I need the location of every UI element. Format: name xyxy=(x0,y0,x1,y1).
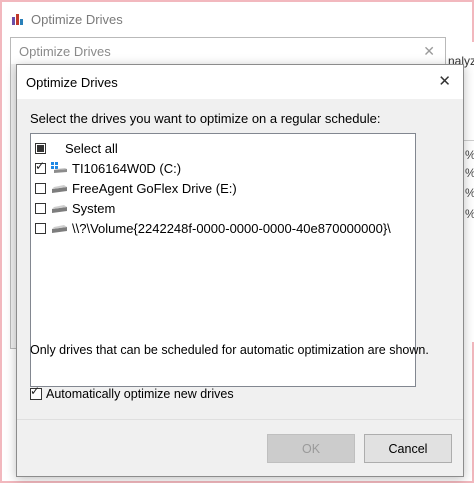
checkmark-icon: ✓ xyxy=(30,384,41,398)
hard-drive-icon xyxy=(52,225,67,233)
drive-label: System xyxy=(72,200,116,216)
drive-label: FreeAgent GoFlex Drive (E:) xyxy=(72,180,237,196)
select-all-label: Select all xyxy=(65,140,118,156)
dialog-titlebar: Optimize Drives ✕ xyxy=(17,65,463,99)
auto-optimize-option[interactable]: ✓ Automatically optimize new drives xyxy=(30,384,234,401)
background-percent: % xyxy=(465,207,474,221)
background-percent: % xyxy=(465,186,474,200)
middle-dialog-title: Optimize Drives xyxy=(19,43,111,59)
drive-label: \\?\Volume{2242248f-0000-0000-0000-40e87… xyxy=(72,220,391,236)
close-icon[interactable]: ✕ xyxy=(423,43,435,60)
optimize-drives-app-icon xyxy=(12,14,23,25)
windows-drive-icon xyxy=(51,162,67,173)
auto-optimize-checkbox[interactable]: ✓ xyxy=(30,384,42,400)
auto-optimize-label: Automatically optimize new drives xyxy=(46,387,234,401)
drive-label: TI106164W0D (C:) xyxy=(72,160,182,176)
select-all-checkbox[interactable] xyxy=(35,142,46,154)
drive-row[interactable]: \\?\Volume{2242248f-0000-0000-0000-40e87… xyxy=(35,218,391,238)
dialog-footer: OK Cancel xyxy=(17,419,463,476)
drive-checkbox[interactable]: ✓ xyxy=(35,158,46,174)
background-percent: % xyxy=(465,148,474,162)
drive-row[interactable]: ✓ TI106164W0D (C:) xyxy=(35,158,181,178)
background-titlebar: Optimize Drives xyxy=(2,2,472,36)
close-icon[interactable]: ✕ xyxy=(438,74,451,89)
cancel-button[interactable]: Cancel xyxy=(364,434,452,463)
dialog-title: Optimize Drives xyxy=(26,74,118,90)
drive-row[interactable]: FreeAgent GoFlex Drive (E:) xyxy=(35,178,237,198)
instruction-text: Select the drives you want to optimize o… xyxy=(30,111,381,126)
drive-checkbox[interactable] xyxy=(35,222,46,234)
ok-button[interactable]: OK xyxy=(267,434,355,463)
note-text: Only drives that can be scheduled for au… xyxy=(30,343,429,357)
drive-checkbox[interactable] xyxy=(35,182,46,194)
background-window-title: Optimize Drives xyxy=(31,11,123,27)
drive-row[interactable]: System xyxy=(35,198,115,218)
middle-dialog-titlebar: Optimize Drives ✕ xyxy=(11,38,445,64)
background-percent: % xyxy=(465,166,474,180)
select-all-row[interactable]: Select all xyxy=(35,138,118,158)
optimize-drives-dialog: Optimize Drives ✕ Select the drives you … xyxy=(16,64,464,477)
hard-drive-icon xyxy=(52,185,67,193)
hard-drive-icon xyxy=(52,205,67,213)
checkmark-icon: ✓ xyxy=(35,158,46,173)
drive-checkbox[interactable] xyxy=(35,202,46,214)
